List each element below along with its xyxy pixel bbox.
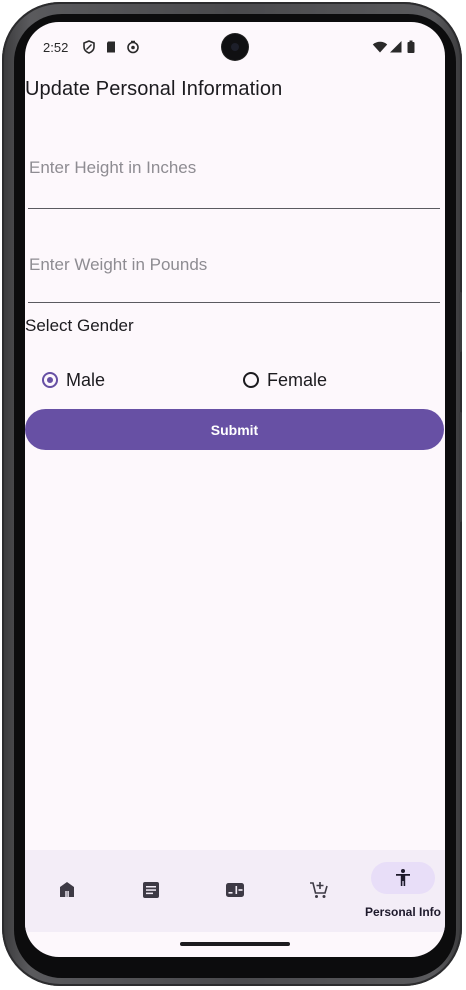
male-label: Male (66, 369, 106, 390)
cart-add-icon (310, 882, 328, 898)
nav-item-articles[interactable] (109, 850, 193, 932)
sync-icon (127, 40, 139, 54)
signal-icon (390, 41, 402, 53)
home-icon (60, 882, 74, 897)
female-label: Female (267, 369, 328, 390)
nav-item-personal-info[interactable]: Personal Info (361, 850, 445, 932)
power-button (459, 292, 462, 352)
front-camera (222, 34, 248, 60)
dashboard-icon (226, 883, 244, 897)
sd-card-icon (107, 41, 115, 53)
gender-section-label: Select Gender (25, 316, 134, 335)
gesture-navigation-bar[interactable] (180, 942, 290, 946)
status-bar: 2:52 (25, 22, 445, 72)
nav-label-personal-info: Personal Info (364, 905, 441, 919)
nav-item-dashboard[interactable] (193, 850, 277, 932)
male-radio[interactable] (39, 369, 61, 391)
nav-item-home[interactable] (25, 850, 109, 932)
height-field[interactable] (28, 158, 441, 209)
page-title: Update Personal Information (25, 78, 283, 100)
radio-selected-icon (42, 372, 58, 388)
radio-unselected-icon (243, 372, 259, 388)
volume-button (459, 412, 462, 522)
accessibility-icon (396, 869, 410, 886)
wifi-icon (372, 41, 388, 53)
weight-field[interactable] (28, 255, 441, 303)
shield-icon (83, 40, 95, 54)
article-icon (143, 882, 159, 898)
status-time: 2:52 (43, 40, 69, 55)
weight-input[interactable] (28, 255, 441, 275)
gender-option-female[interactable]: Female (240, 369, 327, 391)
app-screen: 2:52 Update Personal Information Enter H… (25, 22, 445, 957)
submit-button[interactable]: Submit (25, 409, 444, 450)
bottom-navigation: Personal Info (25, 850, 445, 932)
battery-icon (407, 40, 415, 53)
gender-option-male[interactable]: Male (39, 369, 105, 391)
height-input[interactable] (28, 158, 441, 178)
female-radio[interactable] (240, 369, 262, 391)
nav-item-cart[interactable] (277, 850, 361, 932)
